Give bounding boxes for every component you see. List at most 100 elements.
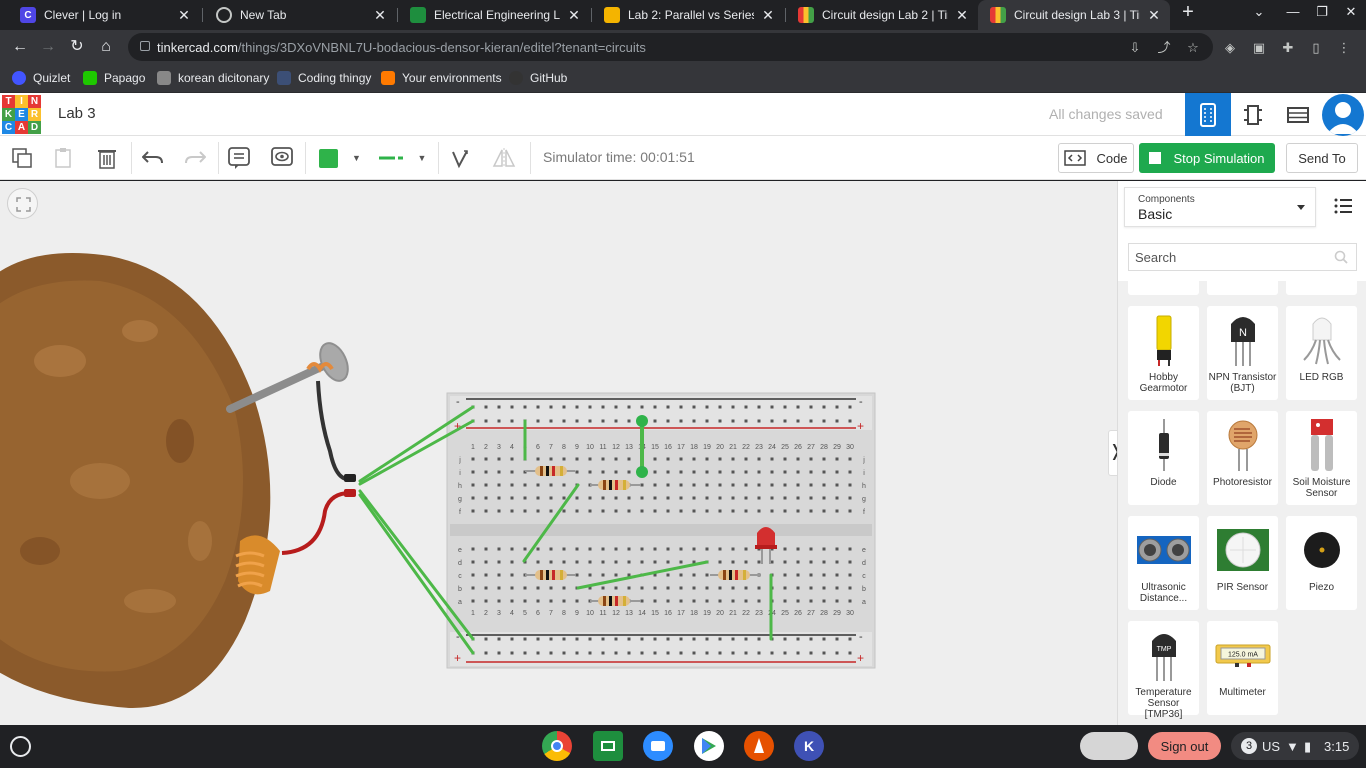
breadboard-hole[interactable]	[822, 651, 826, 655]
breadboard-hole[interactable]	[731, 457, 735, 461]
breadboard-hole[interactable]	[692, 483, 696, 487]
breadboard-hole[interactable]	[796, 651, 800, 655]
breadboard-hole[interactable]	[848, 483, 852, 487]
breadboard-hole[interactable]	[757, 509, 761, 513]
breadboard-hole[interactable]	[731, 547, 735, 551]
breadboard-hole[interactable]	[783, 483, 787, 487]
breadboard-hole[interactable]	[536, 496, 540, 500]
wire-endpoint[interactable]	[636, 466, 648, 478]
breadboard-hole[interactable]	[731, 560, 735, 564]
components-dropdown[interactable]: Components Basic	[1124, 187, 1316, 227]
breadboard-hole[interactable]	[562, 586, 566, 590]
breadboard-hole[interactable]	[731, 599, 735, 603]
breadboard-hole[interactable]	[757, 405, 761, 409]
breadboard-hole[interactable]	[510, 651, 514, 655]
component-pir-sensor[interactable]: PIR Sensor	[1207, 516, 1278, 610]
breadboard-hole[interactable]	[679, 560, 683, 564]
breadboard-hole[interactable]	[835, 560, 839, 564]
breadboard-hole[interactable]	[692, 496, 696, 500]
breadboard-hole[interactable]	[575, 651, 579, 655]
breadboard-hole[interactable]	[744, 651, 748, 655]
color-picker[interactable]: ▼	[312, 144, 368, 172]
breadboard-hole[interactable]	[666, 405, 670, 409]
breadboard-hole[interactable]	[744, 496, 748, 500]
breadboard-hole[interactable]	[848, 496, 852, 500]
breadboard-hole[interactable]	[523, 496, 527, 500]
search-input[interactable]	[1129, 244, 1329, 270]
breadboard-hole[interactable]	[744, 470, 748, 474]
breadboard-hole[interactable]	[614, 496, 618, 500]
breadboard-hole[interactable]	[692, 457, 696, 461]
breadboard-hole[interactable]	[497, 573, 501, 577]
breadboard-hole[interactable]	[614, 573, 618, 577]
breadboard-hole[interactable]	[588, 573, 592, 577]
breadboard-hole[interactable]	[679, 547, 683, 551]
breadboard-hole[interactable]	[666, 509, 670, 513]
breadboard-hole[interactable]	[510, 573, 514, 577]
breadboard-hole[interactable]	[536, 457, 540, 461]
breadboard-hole[interactable]	[640, 560, 644, 564]
breadboard-hole[interactable]	[640, 509, 644, 513]
breadboard-hole[interactable]	[484, 599, 488, 603]
breadboard-hole[interactable]	[588, 457, 592, 461]
breadboard-hole[interactable]	[484, 496, 488, 500]
breadboard-hole[interactable]	[627, 509, 631, 513]
breadboard-hole[interactable]	[731, 637, 735, 641]
breadboard-hole[interactable]	[627, 560, 631, 564]
breadboard-hole[interactable]	[679, 483, 683, 487]
breadboard-hole[interactable]	[575, 457, 579, 461]
bookmark-papago[interactable]: Papago	[83, 68, 145, 88]
breadboard-hole[interactable]	[718, 419, 722, 423]
breadboard-hole[interactable]	[653, 457, 657, 461]
breadboard-hole[interactable]	[471, 599, 475, 603]
breadboard-hole[interactable]	[484, 651, 488, 655]
breadboard-hole[interactable]	[523, 547, 527, 551]
breadboard-hole[interactable]	[588, 419, 592, 423]
breadboard-hole[interactable]	[705, 547, 709, 551]
breadboard-hole[interactable]	[640, 586, 644, 590]
breadboard-hole[interactable]	[536, 419, 540, 423]
breadboard-hole[interactable]	[692, 547, 696, 551]
breadboard-hole[interactable]	[614, 560, 618, 564]
bookmark-github[interactable]: GitHub	[509, 68, 567, 88]
breadboard-hole[interactable]	[692, 470, 696, 474]
minimize-icon[interactable]: —	[1282, 4, 1304, 19]
close-icon[interactable]: ✕	[566, 7, 582, 24]
breadboard-hole[interactable]	[848, 637, 852, 641]
breadboard-hole[interactable]	[549, 637, 553, 641]
breadboard-hole[interactable]	[835, 599, 839, 603]
breadboard-hole[interactable]	[536, 637, 540, 641]
breadboard-hole[interactable]	[822, 496, 826, 500]
breadboard-hole[interactable]	[536, 560, 540, 564]
breadboard-hole[interactable]	[757, 496, 761, 500]
breadboard-hole[interactable]	[822, 599, 826, 603]
breadboard-hole[interactable]	[666, 637, 670, 641]
breadboard-hole[interactable]	[809, 483, 813, 487]
breadboard-hole[interactable]	[510, 586, 514, 590]
browser-tab[interactable]: New Tab ✕	[204, 2, 396, 28]
breadboard-hole[interactable]	[614, 457, 618, 461]
breadboard-hole[interactable]	[549, 547, 553, 551]
delete-button[interactable]	[93, 144, 121, 172]
classroom-app-icon[interactable]	[593, 731, 623, 761]
breadboard-hole[interactable]	[692, 637, 696, 641]
breadboard-hole[interactable]	[510, 496, 514, 500]
breadboard-hole[interactable]	[536, 509, 540, 513]
breadboard-hole[interactable]	[562, 547, 566, 551]
breadboard-hole[interactable]	[809, 457, 813, 461]
breadboard-hole[interactable]	[718, 496, 722, 500]
breadboard-hole[interactable]	[757, 457, 761, 461]
breadboard-hole[interactable]	[848, 651, 852, 655]
drawing-app-icon[interactable]	[744, 731, 774, 761]
breadboard-hole[interactable]	[601, 560, 605, 564]
breadboard-hole[interactable]	[731, 496, 735, 500]
breadboard-hole[interactable]	[627, 637, 631, 641]
breadboard-hole[interactable]	[588, 637, 592, 641]
stop-simulation-button[interactable]: Stop Simulation	[1139, 143, 1275, 173]
breadboard-hole[interactable]	[536, 483, 540, 487]
breadboard-hole[interactable]	[705, 573, 709, 577]
breadboard-hole[interactable]	[497, 586, 501, 590]
breadboard-hole[interactable]	[523, 599, 527, 603]
breadboard-hole[interactable]	[705, 496, 709, 500]
breadboard-hole[interactable]	[549, 560, 553, 564]
